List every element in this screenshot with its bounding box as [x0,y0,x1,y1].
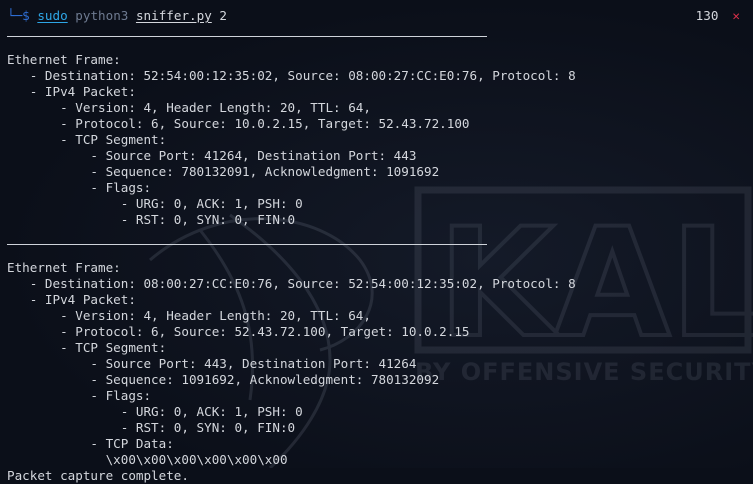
flags-line-1: - URG: 0, ACK: 1, PSH: 0 [7,196,303,211]
flags-line-2: - RST: 0, SYN: 0, FIN:0 [7,420,296,435]
ipv4-protocol-line: - Protocol: 6, Source: 52.43.72.100, Tar… [7,324,470,339]
tcp-title: - TCP Segment: [7,340,167,355]
frame-title: Ethernet Frame: [7,260,121,275]
tcp-ports: - Source Port: 443, Destination Port: 41… [7,356,417,371]
tcp-ports: - Source Port: 41264, Destination Port: … [7,148,417,163]
command-line: └─$ sudo python3 sniffer.py 2 [7,7,227,25]
flags-title: - Flags: [7,388,152,403]
exit-status: 130 ✕ [696,7,740,25]
error-x-icon: ✕ [732,8,740,23]
sniffer-output: Ethernet Frame: - Destination: 52:54:00:… [7,36,753,484]
prompt-glyph: └─$ [7,8,30,23]
frame-divider [7,36,487,52]
flags-line-2: - RST: 0, SYN: 0, FIN:0 [7,212,296,227]
terminal-window[interactable]: └─$ sudo python3 sniffer.py 2 130 ✕ Ether… [7,0,753,483]
flags-title: - Flags: [7,180,152,195]
command-sudo: sudo [37,8,68,23]
tcp-sequence: - Sequence: 1091692, Acknowledgment: 780… [7,372,440,387]
ipv4-version-line: - Version: 4, Header Length: 20, TTL: 64… [7,308,371,323]
ipv4-title: - IPv4 Packet: [7,84,136,99]
command-interpreter: python3 [75,8,129,23]
command-script[interactable]: sniffer.py [136,8,212,23]
ipv4-version-line: - Version: 4, Header Length: 20, TTL: 64… [7,100,371,115]
ethernet-info: - Destination: 52:54:00:12:35:02, Source… [7,68,576,83]
command-argument: 2 [219,8,227,23]
ethernet-info: - Destination: 08:00:27:CC:E0:76, Source… [7,276,576,291]
frame-divider [7,244,487,260]
tcp-data-title: - TCP Data: [7,436,174,451]
tcp-sequence: - Sequence: 780132091, Acknowledgment: 1… [7,164,440,179]
tcp-title: - TCP Segment: [7,132,167,147]
tcp-data-value: \x00\x00\x00\x00\x00\x00 [7,452,288,467]
ipv4-protocol-line: - Protocol: 6, Source: 10.0.2.15, Target… [7,116,470,131]
ipv4-title: - IPv4 Packet: [7,292,136,307]
frame-title: Ethernet Frame: [7,52,121,67]
completion-message: Packet capture complete. [7,468,189,483]
exit-code: 130 [695,8,719,23]
flags-line-1: - URG: 0, ACK: 1, PSH: 0 [7,404,303,419]
